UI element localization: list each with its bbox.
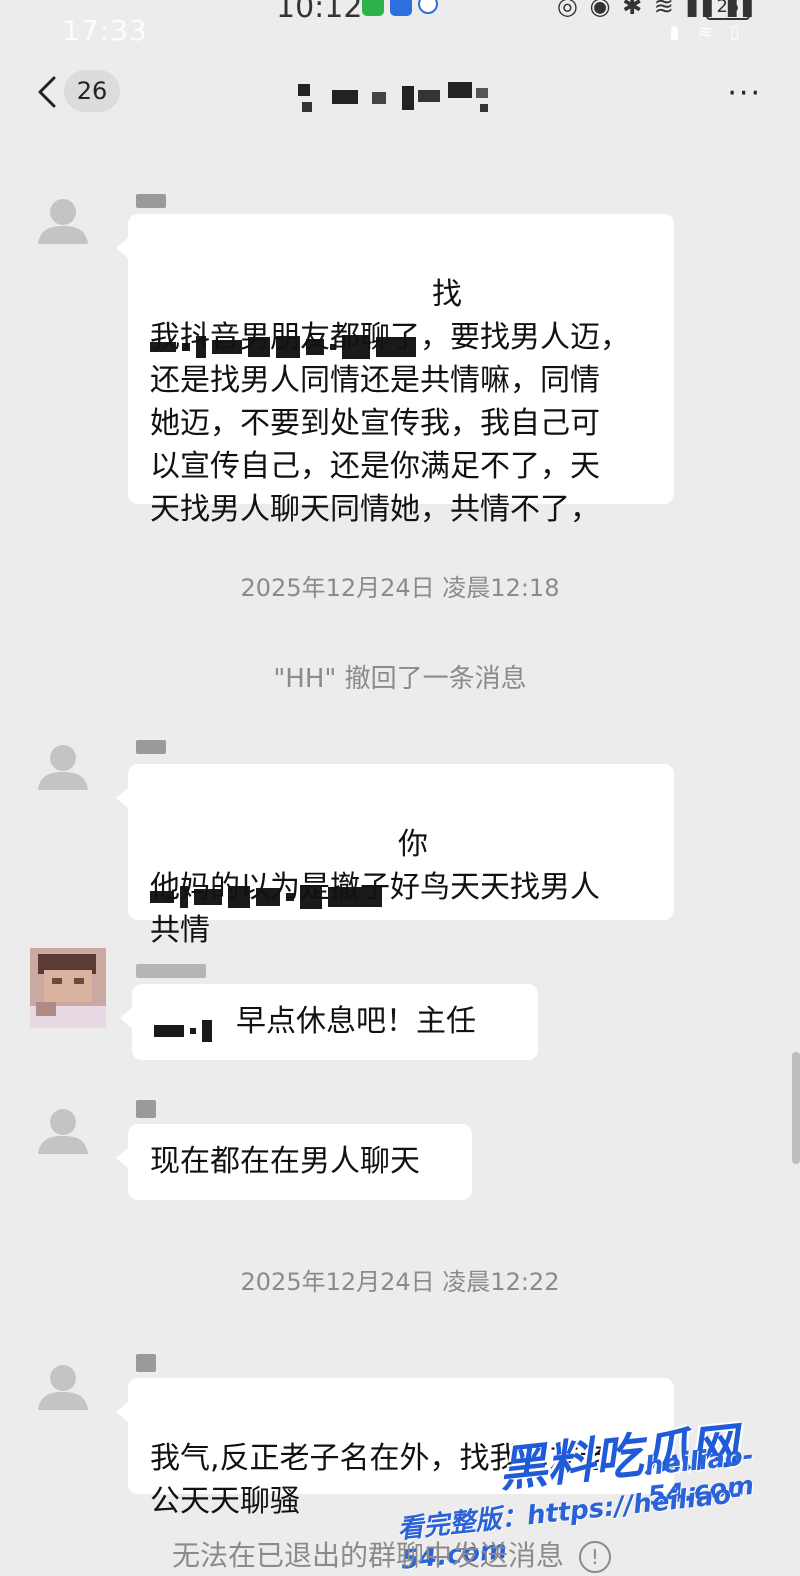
redacted-text xyxy=(154,1009,218,1042)
default-avatar[interactable] xyxy=(32,1356,94,1418)
message-text: 找 我抖音男朋友都聊了，要找男人迈， 还是找男人同情还是共情嘛，同情 她迈，不要… xyxy=(150,277,630,527)
more-icon: ··· xyxy=(727,76,762,111)
wechat-icon xyxy=(362,0,384,16)
photo-avatar[interactable] xyxy=(30,948,106,1028)
sender-name-redacted xyxy=(136,964,206,978)
message-bubble[interactable]: 现在都在在男人聊天 xyxy=(116,1124,472,1200)
unread-count-badge[interactable]: 26 xyxy=(64,70,120,112)
sender-name-redacted xyxy=(136,194,166,208)
redacted-text xyxy=(150,282,422,359)
message-bubble[interactable]: 你 他妈的以为是撤子好鸟天天找男人 共情 xyxy=(116,764,674,948)
timestamp: 2025年12月24日 凌晨12:18 xyxy=(240,574,560,602)
timestamp: 2025年12月24日 凌晨12:22 xyxy=(240,1268,560,1296)
info-icon[interactable]: ! xyxy=(578,1541,611,1573)
app-icon xyxy=(390,0,412,16)
notification-icons xyxy=(362,0,438,16)
battery-icon: 25 xyxy=(706,0,750,20)
recall-notice: "HH" 撤回了一条消息 xyxy=(273,664,527,694)
default-avatar[interactable] xyxy=(32,190,94,252)
left-group-notice: 无法在已退出的群聊中发送消息 ! xyxy=(172,1534,611,1574)
status-time: 10:12 xyxy=(276,0,363,25)
more-options-button[interactable]: ··· xyxy=(727,76,762,111)
chat-title-redacted xyxy=(298,82,488,112)
overlay-signal-icons: ▮ ≋ ▯ xyxy=(669,22,746,43)
redacted-text xyxy=(150,832,388,909)
overlay-time: 17:33 xyxy=(62,14,148,47)
sender-name-redacted xyxy=(136,1354,156,1372)
person-icon xyxy=(38,1109,88,1154)
person-icon xyxy=(38,1365,88,1410)
message-text: 现在都在在男人聊天 xyxy=(150,1144,420,1179)
message-bubble[interactable]: 找 我抖音男朋友都聊了，要找男人迈， 还是找男人同情还是共情嘛，同情 她迈，不要… xyxy=(116,214,674,527)
person-icon xyxy=(38,745,88,790)
sender-name-redacted xyxy=(136,1100,156,1118)
message-bubble[interactable]: 早点休息吧！主任 xyxy=(120,984,538,1060)
status-bar: 17:33 10:12 ◎ ◉ ✱ ≋ ▮▮ ▮▮ 25 ▮ ≋ ▯ xyxy=(0,0,800,50)
sender-name-redacted xyxy=(136,740,166,754)
scrollbar-thumb[interactable] xyxy=(792,1052,800,1164)
default-avatar[interactable] xyxy=(32,1100,94,1162)
notice-text: 无法在已退出的群聊中发送消息 xyxy=(172,1539,565,1572)
message-text: 早点休息吧！主任 xyxy=(236,1004,476,1039)
browser-icon xyxy=(418,0,438,14)
person-icon xyxy=(38,199,88,244)
default-avatar[interactable] xyxy=(32,736,94,798)
